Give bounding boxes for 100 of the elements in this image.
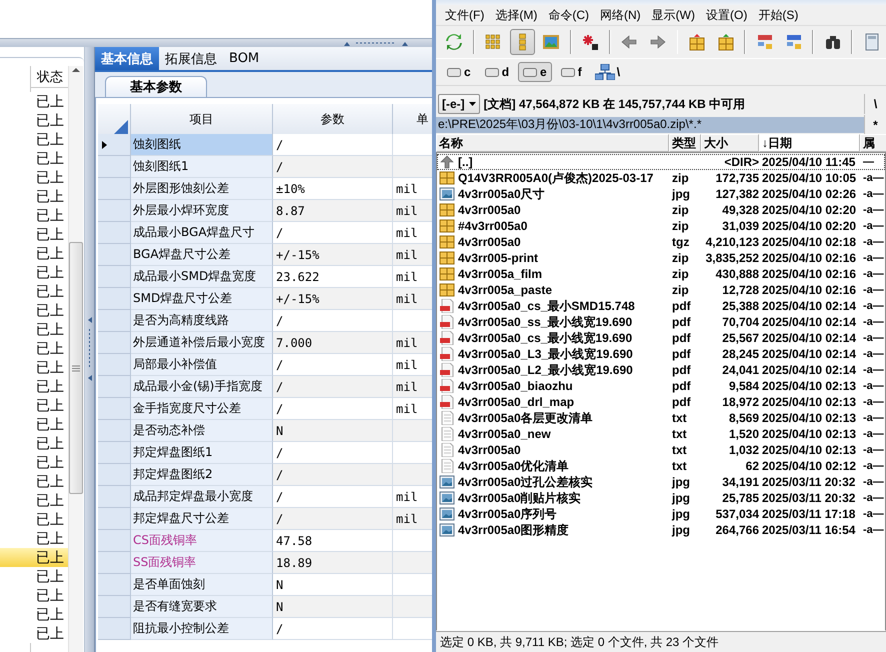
scrollbar-thumb[interactable] xyxy=(69,242,83,494)
file-row[interactable]: 4v3rr005a0各层更改清单 txt 8,569 2025/04/10 02:13 -a— xyxy=(437,410,885,426)
status-cell[interactable]: 已上 xyxy=(0,567,68,586)
status-cell[interactable]: 已上 xyxy=(0,472,68,491)
row-header[interactable] xyxy=(98,134,131,156)
table-cell: 局部最小补偿值 xyxy=(131,354,273,376)
status-cell[interactable]: 已上 xyxy=(0,586,68,605)
file-row[interactable]: 4v3rr005a0削贴片核实 jpg 25,785 2025/03/11 20:32 -a— xyxy=(437,490,885,506)
status-cell[interactable]: 已上 xyxy=(0,434,68,453)
file-row[interactable]: 4v3rr005-print zip 3,835,252 2025/04/10 02:16 -a— xyxy=(437,250,885,266)
status-cell[interactable]: 已上 xyxy=(0,624,68,643)
table-cell: mil xyxy=(393,332,432,354)
status-cell[interactable]: 已上 xyxy=(0,187,68,206)
column-header[interactable]: 名称 xyxy=(436,134,669,152)
column-header[interactable]: 单 xyxy=(393,104,432,135)
file-type: txt xyxy=(672,411,688,425)
file-row[interactable]: 4v3rr005a0_L3_最小线宽19.690 pdf 28,245 2025/04/10 02:14 -a— xyxy=(437,346,885,362)
file-row[interactable]: 4v3rr005a0图形精度 jpg 264,766 2025/03/11 16:54 -a— xyxy=(437,522,885,538)
menu-item[interactable]: 选择(M) xyxy=(490,4,542,26)
status-cell[interactable]: 已上 xyxy=(0,415,68,434)
column-header[interactable]: ↓日期 xyxy=(759,134,860,152)
drive-button[interactable]: e xyxy=(518,62,552,82)
file-row[interactable]: [..] <DIR> 2025/04/10 11:45 — xyxy=(437,154,885,170)
status-cell[interactable]: 已上 xyxy=(0,111,68,130)
menu-item[interactable]: 开始(S) xyxy=(753,4,804,26)
status-cell[interactable]: 已上 xyxy=(0,130,68,149)
column-header[interactable]: 属 xyxy=(860,134,886,152)
file-attributes: -a— xyxy=(863,236,884,248)
menu-item[interactable]: 设置(O) xyxy=(701,4,752,26)
status-cell[interactable]: 已上 xyxy=(0,263,68,282)
file-row[interactable]: 4v3rr005a0_biaozhu pdf 9,584 2025/04/10 02:13 -a— xyxy=(437,378,885,394)
menu-item[interactable]: 网络(N) xyxy=(595,4,646,26)
column-header[interactable]: 大小 xyxy=(701,134,759,152)
file-date: 2025/04/10 02:13 xyxy=(762,411,858,425)
file-row[interactable]: #4v3rr005a0 zip 31,039 2025/04/10 02:20 -a— xyxy=(437,218,885,234)
file-row[interactable]: 4v3rr005a0_cs_最小SMD15.748 pdf 25,388 2025/04/10 02:14 -a— xyxy=(437,298,885,314)
drive-button[interactable]: d xyxy=(480,62,514,82)
file-row[interactable]: 4v3rr005a_film zip 430,888 2025/04/10 02:16 -a— xyxy=(437,266,885,282)
file-row[interactable]: 4v3rr005a0_new txt 1,520 2025/04/10 02:13 -a— xyxy=(437,426,885,442)
tab[interactable]: 基本参数 xyxy=(105,76,207,97)
status-cell[interactable]: 已上 xyxy=(0,358,68,377)
status-cell[interactable]: 已上 xyxy=(0,377,68,396)
drive-button[interactable]: f xyxy=(556,62,587,82)
file-row[interactable]: 4v3rr005a0优化清单 txt 62 2025/04/10 02:12 -a— xyxy=(437,458,885,474)
status-cell[interactable]: 已上 xyxy=(0,548,68,567)
grip-icon xyxy=(72,364,80,372)
status-cell[interactable]: 已上 xyxy=(0,320,68,339)
file-attributes: -a— xyxy=(863,508,884,520)
file-date: 2025/04/10 10:05 xyxy=(762,171,858,185)
table-cell: 外层图形蚀刻公差 xyxy=(131,178,273,200)
file-row[interactable]: 4v3rr005a0 tgz 4,210,123 2025/04/10 02:18 -a— xyxy=(437,234,885,250)
status-cell[interactable]: 已上 xyxy=(0,149,68,168)
tab[interactable]: BOM xyxy=(223,47,266,70)
status-cell[interactable]: 已上 xyxy=(0,206,68,225)
file-row[interactable]: 4v3rr005a0尺寸 jpg 127,382 2025/04/10 02:26 -a— xyxy=(437,186,885,202)
file-row[interactable]: 4v3rr005a0序列号 jpg 537,034 2025/03/11 17:18 -a— xyxy=(437,506,885,522)
status-cell[interactable]: 已上 xyxy=(0,339,68,358)
status-cell[interactable]: 已上 xyxy=(0,282,68,301)
column-header[interactable]: 参数 xyxy=(273,104,393,135)
file-type: jpg xyxy=(672,507,691,521)
status-cell[interactable]: 已上 xyxy=(0,168,68,187)
status-cell[interactable]: 已上 xyxy=(0,301,68,320)
status-cell[interactable]: 已上 xyxy=(0,510,68,529)
file-row[interactable]: 4v3rr005a0过孔公差核实 jpg 34,191 2025/03/11 20:32 -a— xyxy=(437,474,885,490)
file-type: txt xyxy=(672,459,688,473)
status-cell[interactable]: 已上 xyxy=(0,491,68,510)
status-cell[interactable]: 已上 xyxy=(0,225,68,244)
network-button[interactable]: \ xyxy=(590,62,624,82)
menu-item[interactable]: 命令(C) xyxy=(543,4,594,26)
status-cell[interactable]: 已上 xyxy=(0,529,68,548)
root-button[interactable]: \ xyxy=(864,94,886,114)
file-attributes: — xyxy=(863,156,874,168)
file-row[interactable]: 4v3rr005a_paste zip 12,728 2025/04/10 02:16 -a— xyxy=(437,282,885,298)
drive-button[interactable]: c xyxy=(442,62,476,82)
file-row[interactable]: Q14V3RR005A0(卢俊杰)2025-03-17 zip 172,735 2025/04/10 10:05 -a— xyxy=(437,170,885,186)
file-row[interactable]: 4v3rr005a0_cs_最小线宽19.690 pdf 25,567 2025/04/10 02:14 -a— xyxy=(437,330,885,346)
column-header[interactable]: 项目 xyxy=(131,104,273,135)
calculator-icon xyxy=(862,33,881,51)
file-row[interactable]: 4v3rr005a0_drl_map pdf 18,972 2025/04/10 02:13 -a— xyxy=(437,394,885,410)
status-cell[interactable]: 已上 xyxy=(0,453,68,472)
file-row[interactable]: 4v3rr005a0_L2_最小线宽19.690 pdf 24,041 2025/04/10 02:14 -a— xyxy=(437,362,885,378)
menu-item[interactable]: 文件(F) xyxy=(440,4,490,26)
status-cell[interactable]: 已上 xyxy=(0,244,68,263)
pdf-file-icon xyxy=(439,331,455,345)
file-row[interactable]: 4v3rr005a0_ss_最小线宽19.690 pdf 70,704 2025/04/10 02:14 -a— xyxy=(437,314,885,330)
scrollbar[interactable] xyxy=(68,66,83,652)
status-cell[interactable]: 已上 xyxy=(0,396,68,415)
tab[interactable]: 基本信息 xyxy=(95,47,159,70)
tab[interactable]: 拓展信息 xyxy=(159,47,223,70)
file-date: 2025/04/10 02:16 xyxy=(762,267,858,281)
file-row[interactable]: 4v3rr005a0 zip 49,328 2025/04/10 02:20 -a— xyxy=(437,202,885,218)
file-name: 4v3rr005a_paste xyxy=(458,283,552,297)
drive-dropdown[interactable]: [-e-] xyxy=(438,94,480,114)
status-cell[interactable]: 已上 xyxy=(0,605,68,624)
file-row[interactable]: 4v3rr005a0 txt 1,032 2025/04/10 02:13 -a— xyxy=(437,442,885,458)
column-header[interactable]: 类型 xyxy=(669,134,701,152)
menu-item[interactable]: 显示(W) xyxy=(646,4,700,26)
path-field[interactable]: e:\PRE\2025年\03月份\03-10\1\4v3rr005a0.zip\*.* xyxy=(436,116,864,132)
file-date: 2025/03/11 17:18 xyxy=(762,507,856,521)
status-cell[interactable]: 已上 xyxy=(0,92,68,111)
